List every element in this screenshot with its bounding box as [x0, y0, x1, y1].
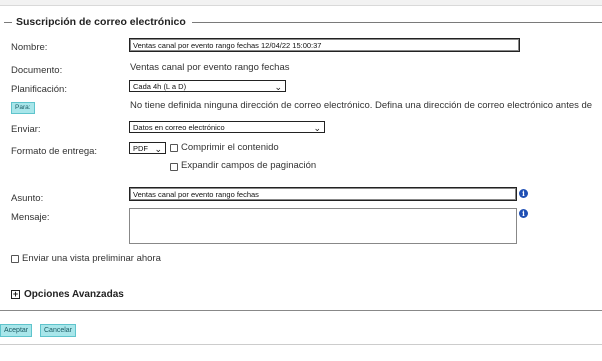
comprimir-label: Comprimir el contenido: [181, 142, 279, 153]
para-button[interactable]: Para:: [11, 102, 35, 114]
para-message: No tiene definida ninguna dirección de c…: [130, 100, 593, 111]
nombre-label: Nombre:: [11, 42, 48, 53]
enviar-selected: Datos en correo electrónico: [133, 123, 225, 132]
planificacion-selected: Cada 4h (L a D): [133, 82, 187, 91]
comprimir-checkbox[interactable]: [170, 144, 178, 152]
expandir-checkbox[interactable]: [170, 163, 178, 171]
expandir-label: Expandir campos de paginación: [181, 160, 317, 171]
enviar-label: Enviar:: [11, 124, 41, 135]
fieldset-title: Suscripción de correo electrónico: [16, 16, 186, 28]
mensaje-textarea[interactable]: [129, 208, 517, 244]
fieldset-border-left: [4, 22, 12, 23]
cancelar-button[interactable]: Cancelar: [40, 324, 77, 337]
info-icon[interactable]: i: [519, 189, 528, 198]
asunto-label: Asunto:: [11, 193, 44, 204]
chevron-down-icon: ⌄: [154, 144, 162, 154]
formato-label: Formato de entrega:: [11, 146, 98, 157]
opciones-avanzadas-link[interactable]: Opciones Avanzadas: [24, 289, 124, 300]
formato-select[interactable]: PDF ⌄: [129, 142, 166, 154]
enviar-select[interactable]: Datos en correo electrónico ⌄: [129, 121, 325, 133]
formato-selected: PDF: [133, 144, 148, 153]
bottom-separator: [0, 344, 602, 345]
nombre-input[interactable]: Ventas canal por evento rango fechas 12/…: [129, 38, 520, 52]
chevron-down-icon: ⌄: [313, 123, 321, 133]
separator: [0, 310, 602, 311]
aceptar-button[interactable]: Aceptar: [0, 324, 33, 337]
plus-box-icon[interactable]: +: [11, 290, 20, 299]
planificacion-label: Planificación:: [11, 84, 67, 95]
asunto-input[interactable]: Ventas canal por evento rango fechas: [129, 187, 517, 201]
chevron-down-icon: ⌄: [274, 82, 282, 92]
top-bar: [0, 0, 602, 6]
fieldset-border-right: [192, 22, 602, 23]
documento-value: Ventas canal por evento rango fechas: [130, 62, 290, 73]
info-icon[interactable]: i: [519, 209, 528, 218]
mensaje-label: Mensaje:: [11, 212, 50, 223]
planificacion-select[interactable]: Cada 4h (L a D) ⌄: [129, 80, 286, 92]
preliminar-label: Enviar una vista preliminar ahora: [22, 253, 161, 264]
documento-label: Documento:: [11, 65, 63, 76]
preliminar-checkbox[interactable]: [11, 255, 19, 263]
